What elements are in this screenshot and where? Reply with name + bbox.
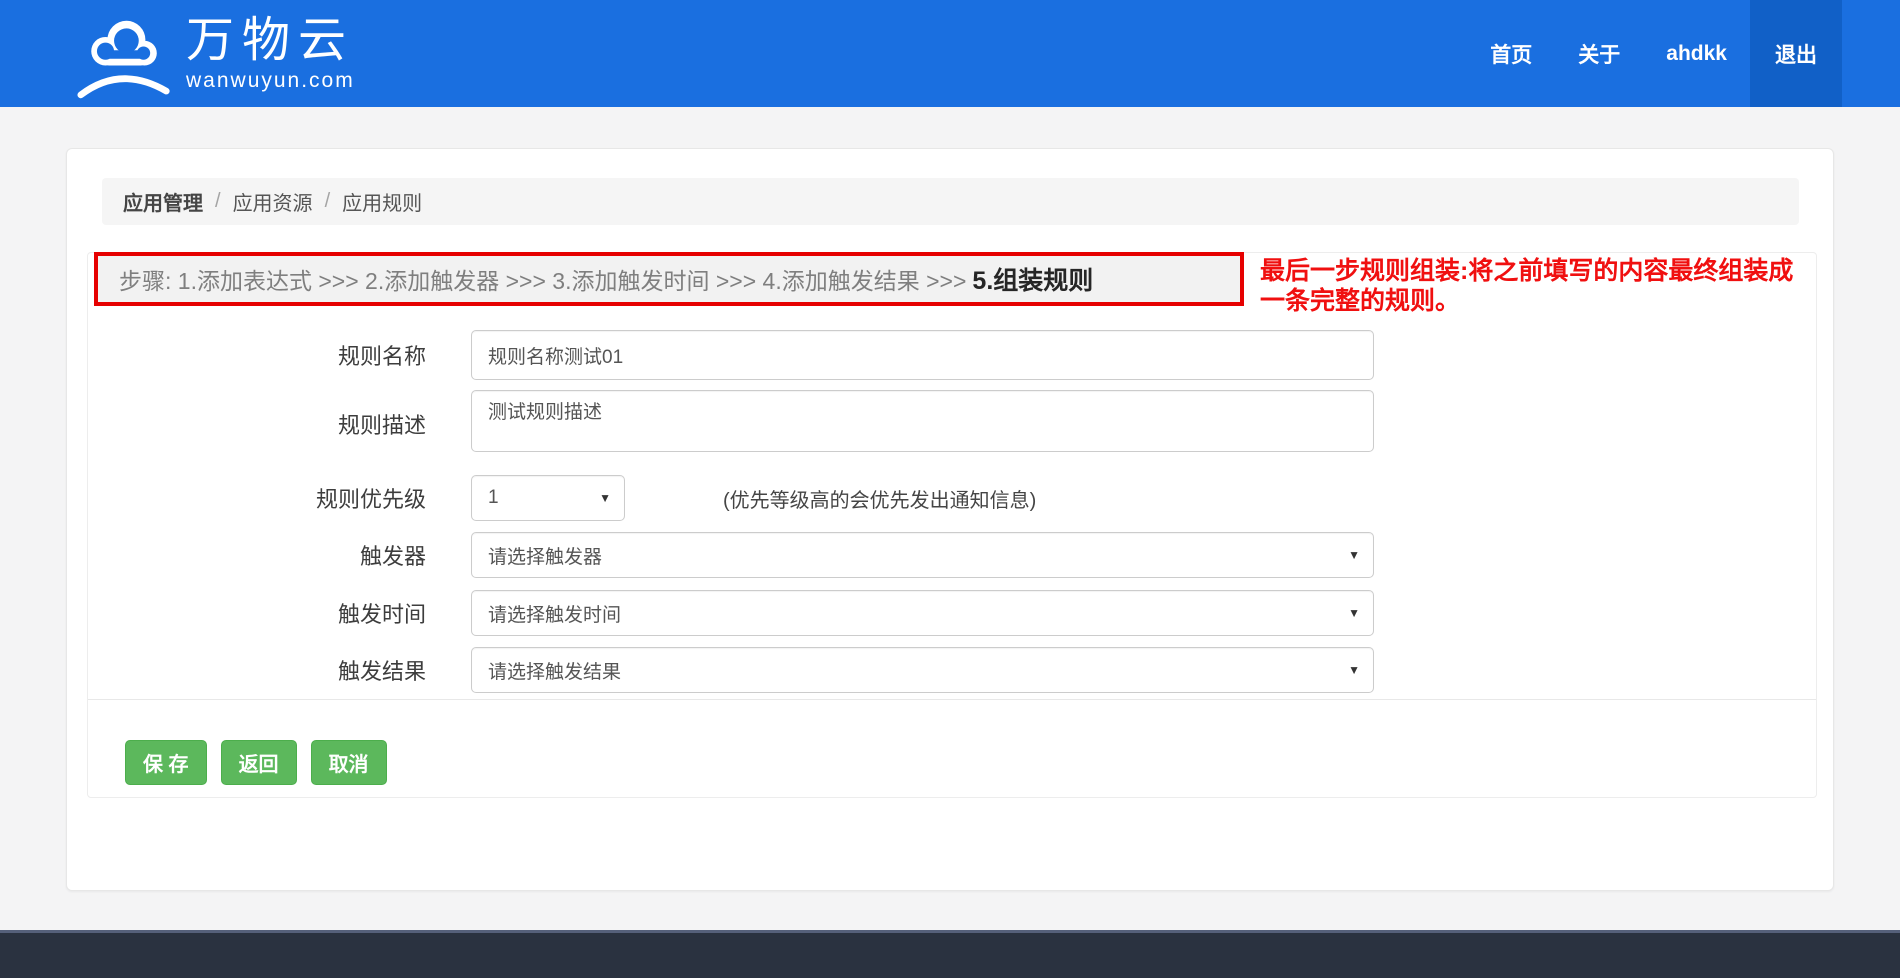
- nav-item-username[interactable]: ahdkk: [1643, 0, 1750, 107]
- page-footer: [0, 930, 1900, 978]
- breadcrumb-separator: /: [215, 190, 221, 213]
- rule-priority-label: 规则优先级: [88, 482, 426, 514]
- save-button[interactable]: 保 存: [125, 740, 207, 785]
- trigger-select-value: 请选择触发器: [488, 542, 602, 569]
- trigger-time-label: 触发时间: [88, 597, 426, 629]
- brand-title: 万物云: [186, 15, 355, 67]
- rule-form-panel: 步骤: 1.添加表达式 >>> 2.添加触发器 >>> 3.添加触发时间 >>>…: [87, 252, 1817, 798]
- trigger-time-select[interactable]: 请选择触发时间 ▼: [471, 590, 1374, 636]
- steps-banner: 步骤: 1.添加表达式 >>> 2.添加触发器 >>> 3.添加触发时间 >>>…: [94, 252, 1244, 306]
- rule-description-label: 规则描述: [88, 408, 426, 440]
- trigger-result-select[interactable]: 请选择触发结果 ▼: [471, 647, 1374, 693]
- brand-logo-block[interactable]: 万物云 wanwuyun.com: [77, 9, 355, 99]
- trigger-result-label: 触发结果: [88, 654, 426, 686]
- breadcrumb-item-app-management[interactable]: 应用管理: [123, 187, 203, 216]
- nav-item-logout[interactable]: 退出: [1750, 0, 1842, 107]
- trigger-select[interactable]: 请选择触发器 ▼: [471, 532, 1374, 578]
- tutorial-annotation: 最后一步规则组装:将之前填写的内容最终组装成 一条完整的规则。: [1260, 256, 1870, 316]
- tutorial-annotation-line1: 最后一步规则组装:将之前填写的内容最终组装成: [1260, 256, 1870, 286]
- cancel-button[interactable]: 取消: [311, 740, 387, 785]
- breadcrumb: 应用管理 / 应用资源 / 应用规则: [102, 178, 1799, 225]
- breadcrumb-separator: /: [325, 190, 331, 213]
- breadcrumb-item-app-rules[interactable]: 应用规则: [342, 187, 422, 216]
- steps-text: 步骤: 1.添加表达式 >>> 2.添加触发器 >>> 3.添加触发时间 >>>…: [119, 262, 966, 296]
- cloud-icon: [77, 11, 172, 99]
- trigger-label: 触发器: [88, 539, 426, 571]
- back-button[interactable]: 返回: [221, 740, 297, 785]
- brand-subtitle: wanwuyun.com: [186, 69, 355, 93]
- rule-form: 规则名称 规则描述 测试规则描述 规则优先级 1 ▼: [88, 306, 1816, 785]
- top-navbar: 万物云 wanwuyun.com 首页 关于 ahdkk 退出: [0, 0, 1900, 107]
- form-actions: 保 存 返回 取消: [125, 740, 1816, 785]
- trigger-time-select-value: 请选择触发时间: [488, 600, 621, 627]
- rule-name-input[interactable]: [471, 330, 1374, 380]
- chevron-down-icon: ▼: [1348, 606, 1360, 620]
- priority-hint-text: (优先等级高的会优先发出通知信息): [723, 484, 1036, 513]
- nav-item-about[interactable]: 关于: [1555, 0, 1643, 107]
- breadcrumb-item-app-resources[interactable]: 应用资源: [233, 187, 313, 216]
- chevron-down-icon: ▼: [1348, 663, 1360, 677]
- tutorial-annotation-line2: 一条完整的规则。: [1260, 286, 1870, 316]
- form-divider: [88, 699, 1816, 700]
- steps-current-step: 5.组装规则: [972, 261, 1093, 297]
- navbar-menu: 首页 关于 ahdkk 退出: [1467, 0, 1842, 107]
- nav-item-home[interactable]: 首页: [1467, 0, 1555, 107]
- chevron-down-icon: ▼: [599, 491, 611, 505]
- rule-name-label: 规则名称: [88, 339, 426, 371]
- trigger-result-select-value: 请选择触发结果: [488, 657, 621, 684]
- rule-priority-select[interactable]: 1 ▼: [471, 475, 625, 521]
- rule-priority-value: 1: [488, 487, 499, 509]
- rule-description-textarea[interactable]: 测试规则描述: [471, 390, 1374, 452]
- chevron-down-icon: ▼: [1348, 548, 1360, 562]
